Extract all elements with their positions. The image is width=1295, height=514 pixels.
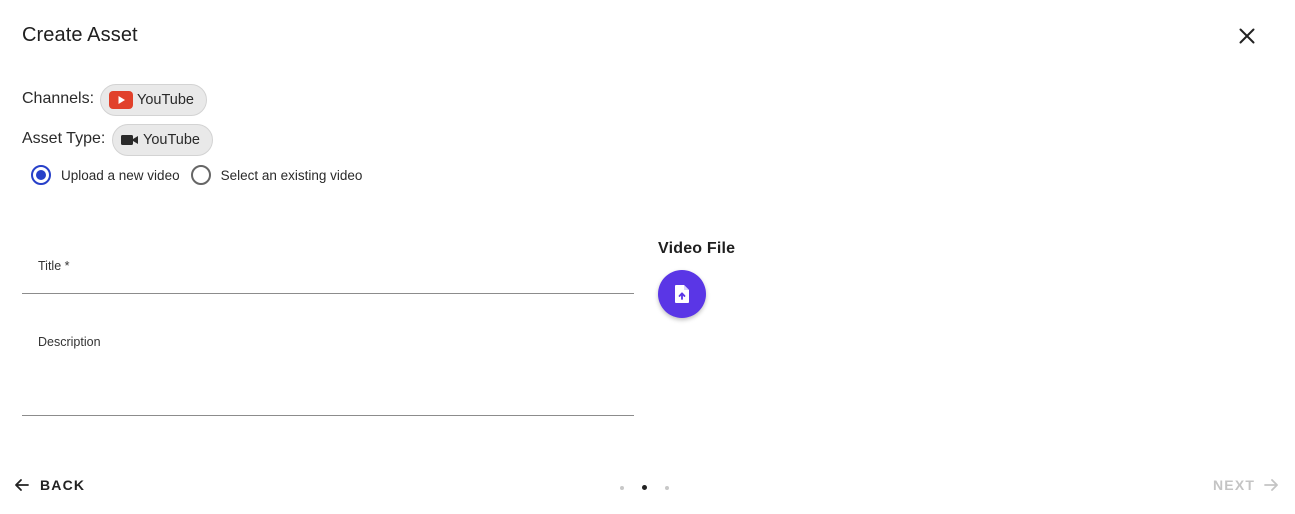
next-button-label: NEXT xyxy=(1213,477,1256,493)
youtube-logo-icon xyxy=(109,91,133,109)
arrow-left-icon xyxy=(15,479,29,491)
description-field[interactable]: Description xyxy=(22,318,634,416)
radio-select-existing[interactable] xyxy=(190,164,212,186)
dialog-title: Create Asset xyxy=(22,24,138,46)
step-dot-3 xyxy=(665,486,669,490)
asset-type-chip-label: YouTube xyxy=(143,132,200,148)
upload-option-group: Upload a new video Select an existing vi… xyxy=(30,164,362,186)
channels-label: Channels: xyxy=(22,90,95,107)
next-button[interactable]: NEXT xyxy=(1213,477,1279,493)
back-button-label: BACK xyxy=(40,477,86,493)
channel-chip-label: YouTube xyxy=(137,92,194,108)
close-icon xyxy=(1239,28,1255,44)
create-asset-dialog: Create Asset Channels: YouTube Asset Typ… xyxy=(0,0,1295,514)
upload-video-button[interactable] xyxy=(658,270,706,318)
video-file-heading: Video File xyxy=(658,240,736,257)
radio-select-existing-label[interactable]: Select an existing video xyxy=(221,168,363,183)
title-field[interactable]: Title * xyxy=(22,240,634,294)
file-upload-icon xyxy=(675,285,689,303)
channel-chip-youtube[interactable]: YouTube xyxy=(100,84,207,116)
step-dot-1 xyxy=(620,486,624,490)
description-field-label: Description xyxy=(38,335,101,349)
back-button[interactable]: BACK xyxy=(14,477,85,493)
video-camera-icon xyxy=(121,133,139,147)
radio-upload-new-label[interactable]: Upload a new video xyxy=(61,168,180,183)
asset-type-label: Asset Type: xyxy=(22,130,106,147)
step-dot-2-active xyxy=(642,485,647,490)
radio-upload-new[interactable] xyxy=(30,164,52,186)
arrow-right-icon xyxy=(1264,479,1279,491)
asset-type-chip-youtube[interactable]: YouTube xyxy=(112,124,213,156)
close-button[interactable] xyxy=(1232,21,1262,51)
title-field-label: Title * xyxy=(38,259,70,273)
